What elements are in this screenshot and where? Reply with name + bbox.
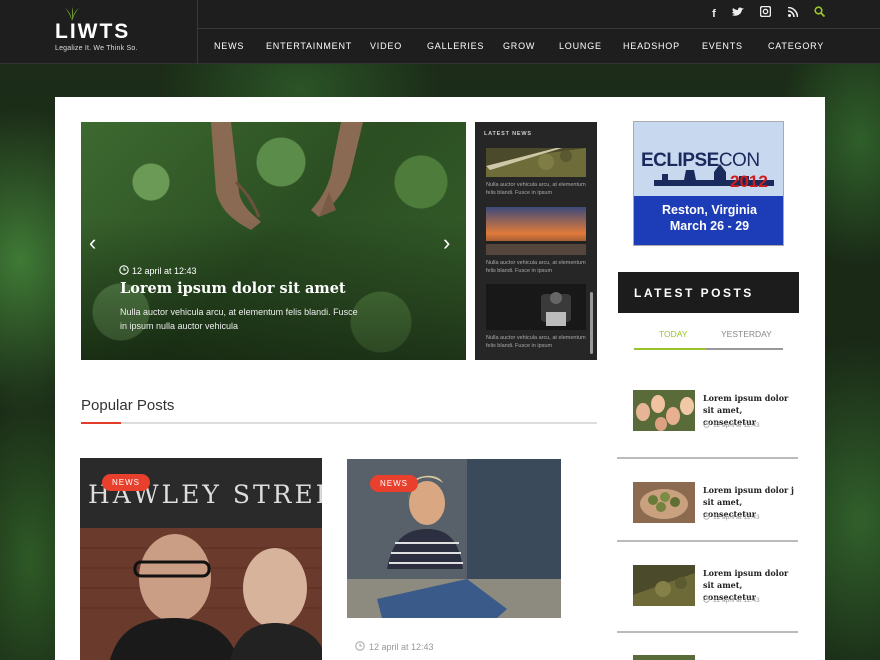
ad-dates: March 26 - 29 — [669, 219, 750, 233]
rss-icon[interactable] — [785, 6, 801, 22]
hero-date-text: 12 april at 12:43 — [132, 266, 197, 276]
clock-icon — [703, 421, 710, 428]
ad-logo: ECLIPSECON — [641, 150, 760, 172]
nav-news[interactable]: NEWS — [214, 41, 244, 51]
tab-today[interactable]: TODAY — [659, 329, 688, 339]
divider — [617, 540, 798, 542]
header: LIWTS Legalize It. We Think So. f NEWS E… — [0, 0, 880, 64]
logo[interactable]: LIWTS Legalize It. We Think So. — [0, 0, 198, 64]
facebook-icon[interactable]: f — [706, 6, 722, 22]
slider-next-arrow[interactable]: › — [443, 230, 450, 256]
nav-video[interactable]: VIDEO — [370, 41, 402, 51]
divider — [617, 631, 798, 633]
clock-icon — [119, 265, 129, 275]
latest-news-thumb[interactable] — [486, 148, 586, 177]
card-date-text: 12 april at 12:43 — [369, 642, 434, 652]
nav-grow[interactable]: GROW — [503, 41, 535, 51]
latest-news-thumb[interactable] — [486, 284, 586, 330]
latest-posts-header: LATEST POSTS — [618, 272, 799, 313]
section-underline — [81, 422, 597, 424]
latest-news-item-text[interactable]: Nulla auctor vehicula arcu, at elementum… — [486, 259, 588, 275]
divider — [617, 457, 798, 459]
latest-news-item-text[interactable]: Nulla auctor vehicula arcu, at elementum… — [486, 181, 588, 197]
ad-city: Reston, Virginia — [662, 203, 757, 217]
clock-icon — [703, 596, 710, 603]
latest-news-thumb[interactable] — [486, 207, 586, 255]
hero-title[interactable]: Lorem ipsum dolor sit amet — [120, 280, 346, 297]
instagram-icon[interactable] — [757, 5, 773, 22]
twitter-icon[interactable] — [730, 6, 746, 22]
post-thumb — [633, 482, 695, 523]
ad-logo-con: CON — [718, 150, 760, 171]
hero-slider[interactable]: ‹ › 12 april at 12:43 Lorem ipsum dolor … — [81, 122, 466, 360]
post-date-text: 12 april at 12:43 — [713, 422, 760, 429]
popular-post-card[interactable]: HAWLEY STREE NEWS — [80, 458, 322, 660]
post-date: 12 april at 12:43 — [703, 421, 760, 429]
latest-posts-title: LATEST POSTS — [634, 286, 754, 300]
hero-date: 12 april at 12:43 — [119, 265, 197, 276]
latest-news-box: LATEST NEWS Nulla auctor vehicula arcu, … — [475, 122, 597, 360]
news-badge[interactable]: NEWS — [102, 474, 150, 491]
post-date-text: 12 april at 12:43 — [713, 514, 760, 521]
logo-text: LIWTS — [55, 20, 131, 43]
social-bar: f — [198, 0, 880, 29]
leaf-icon — [65, 7, 79, 21]
post-date-text: 12 april at 12:43 — [713, 597, 760, 604]
slider-prev-arrow[interactable]: ‹ — [89, 230, 96, 256]
ad-year: 2012 — [730, 172, 768, 191]
card-date: 12 april at 12:43 — [355, 641, 434, 652]
post-thumb — [633, 390, 695, 431]
nav-lounge[interactable]: LOUNGE — [559, 41, 602, 51]
post-thumb — [633, 655, 695, 660]
nav-entertainment[interactable]: ENTERTAINMENT — [266, 41, 352, 51]
section-underline-accent — [81, 422, 121, 424]
tab-yesterday[interactable]: YESTERDAY — [721, 329, 772, 339]
popular-post-card[interactable]: NEWS — [347, 459, 561, 618]
post-date: 12 april at 12:43 — [703, 513, 760, 521]
scrollbar[interactable] — [590, 292, 593, 354]
nav-events[interactable]: EVENTS — [702, 41, 743, 51]
hero-description: Nulla auctor vehicula arcu, at elementum… — [120, 307, 358, 331]
clock-icon — [703, 513, 710, 520]
news-badge[interactable]: NEWS — [370, 475, 418, 492]
nav-headshop[interactable]: HEADSHOP — [623, 41, 680, 51]
popular-posts-title: Popular Posts — [81, 397, 175, 414]
ad-logo-eclipse: ECLIPSE — [641, 150, 719, 171]
latest-news-title: LATEST NEWS — [484, 131, 532, 137]
ad-banner[interactable]: ECLIPSECON 2012 Reston, Virginia March 2… — [633, 121, 784, 246]
clock-icon — [355, 641, 365, 651]
main-nav: NEWS ENTERTAINMENT VIDEO GALLERIES GROW … — [198, 29, 880, 64]
logo-tagline: Legalize It. We Think So. — [55, 45, 138, 52]
tab-active-indicator — [634, 348, 706, 350]
search-icon[interactable] — [811, 6, 827, 22]
post-thumb — [633, 565, 695, 606]
post-date: 12 april at 12:43 — [703, 596, 760, 604]
nav-galleries[interactable]: GALLERIES — [427, 41, 484, 51]
nav-category[interactable]: CATEGORY — [768, 41, 824, 51]
latest-news-item-text[interactable]: Nulla auctor vehicula arcu, at elementum… — [486, 334, 588, 350]
